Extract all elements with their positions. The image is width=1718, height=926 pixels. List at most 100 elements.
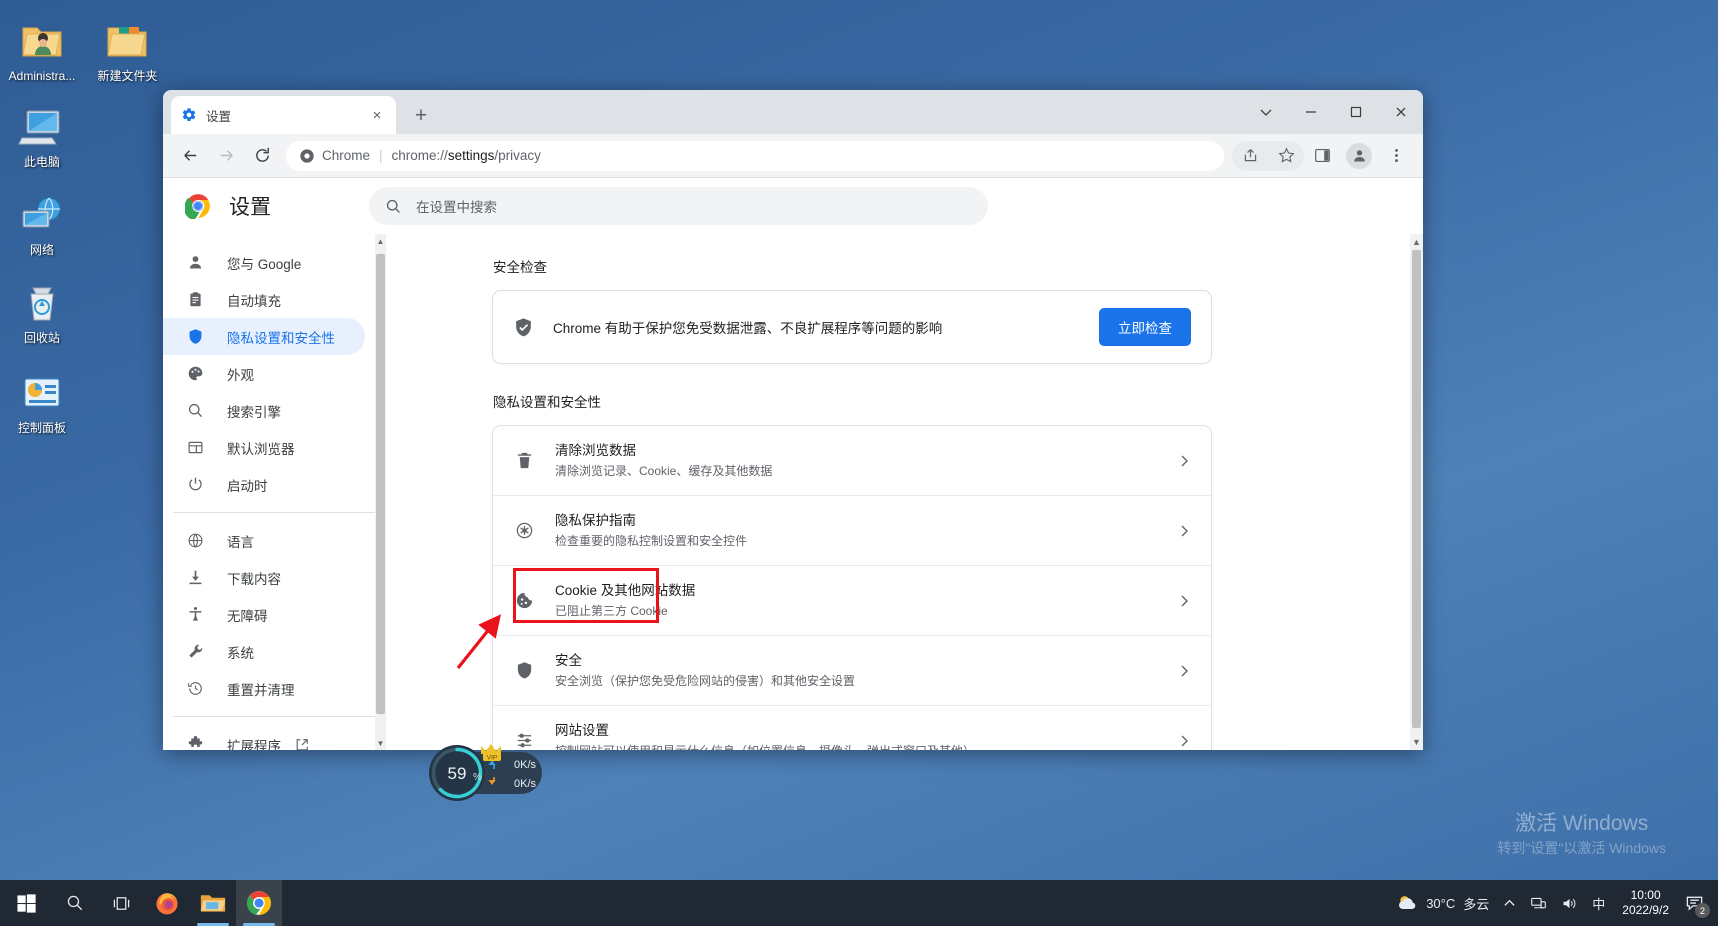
sidebar-item-reset-and-cleanup[interactable]: 重置并清理 xyxy=(163,670,365,707)
start-button[interactable] xyxy=(0,880,52,926)
list-item-subtitle: 检查重要的隐私控制设置和安全控件 xyxy=(555,532,1177,550)
ime-indicator[interactable]: 中 xyxy=(1585,880,1612,926)
sidebar-scrollbar[interactable]: ▲ ▼ xyxy=(375,234,386,750)
sidebar-item-system[interactable]: 系统 xyxy=(163,633,365,670)
scroll-down-arrow-icon[interactable]: ▼ xyxy=(1410,734,1423,750)
chrome-browser-window: 设置 × + xyxy=(163,90,1423,750)
close-icon[interactable]: × xyxy=(368,106,386,124)
person-icon xyxy=(185,253,205,273)
sidebar-item-languages[interactable]: 语言 xyxy=(163,522,365,559)
tab-settings[interactable]: 设置 × xyxy=(171,96,396,134)
settings-header: 设置 在设置中搜索 xyxy=(163,178,1423,234)
volume-icon[interactable] xyxy=(1554,880,1585,926)
desktop-icon-network[interactable]: 网络 xyxy=(3,186,81,273)
sidebar-scroll-thumb[interactable] xyxy=(376,254,385,714)
desktop-icon-label: Administra... xyxy=(5,69,79,83)
sidebar-item-on-startup[interactable]: 启动时 xyxy=(163,466,365,503)
file-explorer-button[interactable] xyxy=(190,880,236,926)
list-item-site-settings[interactable]: 网站设置 控制网站可以使用和显示什么信息（如位置信息、摄像头、弹出式窗口及其他） xyxy=(493,706,1211,750)
chevron-right-icon[interactable] xyxy=(1177,454,1191,468)
scroll-up-arrow-icon[interactable]: ▲ xyxy=(1410,234,1423,250)
three-dot-menu-icon[interactable] xyxy=(1381,141,1411,171)
desktop-icon-control-panel[interactable]: 控制面板 xyxy=(3,364,81,451)
sidebar-item-default-browser[interactable]: 默认浏览器 xyxy=(163,429,365,466)
star-icon[interactable] xyxy=(1271,141,1301,171)
watermark-line2: 转到"设置"以激活 Windows xyxy=(1497,838,1666,858)
weather-widget[interactable]: 30°C 多云 xyxy=(1389,880,1496,926)
network-speed-widget[interactable]: 59 % 0K/s 0K/s VIP xyxy=(428,744,546,802)
list-item-privacy-guide[interactable]: 隐私保护指南 检查重要的隐私控制设置和安全控件 xyxy=(493,496,1211,566)
desktop-icon-this-pc[interactable]: 此电脑 xyxy=(3,98,81,185)
tab-title: 设置 xyxy=(206,106,368,125)
sidebar-item-appearance[interactable]: 外观 xyxy=(163,355,365,392)
scroll-up-arrow-icon[interactable]: ▲ xyxy=(375,234,386,248)
watermark-line1: 激活 Windows xyxy=(1497,810,1666,838)
chrome-button[interactable] xyxy=(236,880,282,926)
chevron-right-icon[interactable] xyxy=(1177,734,1191,748)
desktop-icon-new-folder[interactable]: 新建文件夹 xyxy=(88,12,166,85)
window-controls xyxy=(1243,90,1423,134)
desktop-icon-administrator[interactable]: Administra... xyxy=(3,12,81,85)
section-title-privacy: 隐私设置和安全性 xyxy=(492,391,1212,411)
content-scroll-thumb[interactable] xyxy=(1412,250,1421,728)
net-down-speed: 0K/s xyxy=(514,778,537,790)
safety-check-card: Chrome 有助于保护您免受数据泄露、不良扩展程序等问题的影响 立即检查 xyxy=(492,290,1212,364)
weather-temp: 30°C xyxy=(1426,896,1455,911)
autofill-clipboard-icon xyxy=(185,290,205,310)
share-icon[interactable] xyxy=(1235,141,1265,171)
restore-clock-icon xyxy=(185,679,205,699)
sidebar-item-autofill[interactable]: 自动填充 xyxy=(163,281,365,318)
sidebar-item-label: 无障碍 xyxy=(227,605,268,625)
list-item-cookies[interactable]: Cookie 及其他网站数据 已阻止第三方 Cookie xyxy=(493,566,1211,636)
firefox-button[interactable] xyxy=(144,880,190,926)
forward-arrow-icon[interactable] xyxy=(211,141,241,171)
search-input[interactable]: 在设置中搜索 xyxy=(369,187,988,225)
tray-expand-chevron-icon[interactable] xyxy=(1496,880,1523,926)
sidebar-item-label: 系统 xyxy=(227,642,254,662)
chevron-right-icon[interactable] xyxy=(1177,524,1191,538)
list-item-clear-browsing-data[interactable]: 清除浏览数据 清除浏览记录、Cookie、缓存及其他数据 xyxy=(493,426,1211,496)
content-scrollbar[interactable]: ▲ ▼ xyxy=(1410,234,1423,750)
notification-center-button[interactable]: 2 xyxy=(1679,880,1714,926)
list-item-security[interactable]: 安全 安全浏览（保护您免受危险网站的侵害）和其他安全设置 xyxy=(493,636,1211,706)
sidebar-item-label: 搜索引擎 xyxy=(227,401,281,421)
run-safety-check-button[interactable]: 立即检查 xyxy=(1099,308,1191,346)
net-percent-text: 59 xyxy=(448,764,467,783)
sidebar-item-accessibility[interactable]: 无障碍 xyxy=(163,596,365,633)
sidebar-divider-1 xyxy=(173,512,375,513)
sidebar-item-downloads[interactable]: 下载内容 xyxy=(163,559,365,596)
maximize-button[interactable] xyxy=(1333,90,1378,134)
sidebar-item-extensions[interactable]: 扩展程序 xyxy=(163,726,365,750)
minimize-button[interactable] xyxy=(1288,90,1333,134)
sidebar-item-search-engine[interactable]: 搜索引擎 xyxy=(163,392,365,429)
desktop-icon-label: 此电脑 xyxy=(5,155,79,169)
net-percent-symbol: % xyxy=(473,772,482,783)
side-panel-icon[interactable] xyxy=(1307,141,1337,171)
taskbar-clock[interactable]: 10:00 2022/9/2 xyxy=(1612,888,1679,918)
chevron-right-icon[interactable] xyxy=(1177,664,1191,678)
sidebar-item-privacy-and-security[interactable]: 隐私设置和安全性 xyxy=(163,318,365,355)
list-item-title: 清除浏览数据 xyxy=(555,441,1177,460)
scroll-down-arrow-icon[interactable]: ▼ xyxy=(375,736,386,750)
reload-icon[interactable] xyxy=(247,141,277,171)
new-tab-button[interactable]: + xyxy=(408,103,434,129)
chevron-right-icon[interactable] xyxy=(1177,594,1191,608)
site-chip: Chrome xyxy=(299,148,370,164)
address-bar[interactable]: Chrome | chrome://settings/privacy xyxy=(286,141,1224,171)
task-view-button[interactable] xyxy=(98,880,144,926)
sidebar-item-label: 语言 xyxy=(227,531,254,551)
page-title: 设置 xyxy=(229,191,271,221)
sidebar-item-label: 自动填充 xyxy=(227,290,281,310)
network-icon[interactable] xyxy=(1523,880,1554,926)
search-button[interactable] xyxy=(52,880,98,926)
network-icon xyxy=(5,190,79,240)
desktop-icon-recycle-bin[interactable]: 回收站 xyxy=(3,274,81,361)
back-arrow-icon[interactable] xyxy=(175,141,205,171)
sidebar-item-you-and-google[interactable]: 您与 Google xyxy=(163,244,365,281)
chevron-down-icon[interactable] xyxy=(1243,90,1288,134)
profile-avatar-icon[interactable] xyxy=(1346,143,1372,169)
browser-window-icon xyxy=(185,438,205,458)
net-up-speed: 0K/s xyxy=(514,759,537,771)
close-button[interactable] xyxy=(1378,90,1423,134)
sidebar-item-label: 重置并清理 xyxy=(227,679,295,699)
